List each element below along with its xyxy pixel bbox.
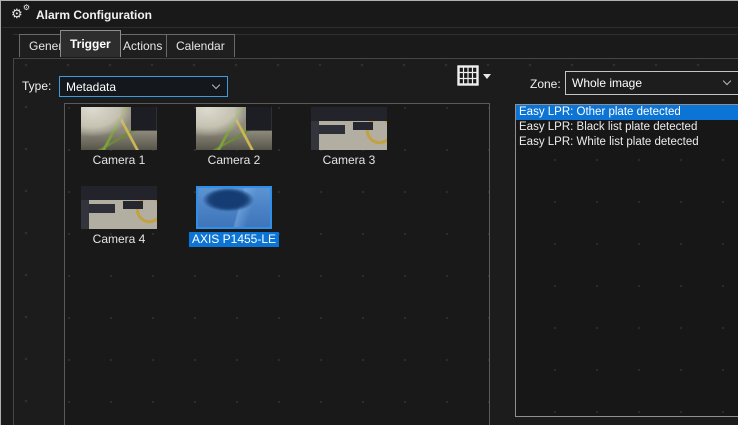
trigger-event-list: Easy LPR: Other plate detected Easy LPR:… [515, 104, 738, 417]
camera-thumbnail [196, 107, 272, 150]
camera-selection-panel: Camera 1 Camera 2 Camera 3 Camera 4 AXIS… [64, 103, 490, 425]
type-label: Type: [22, 79, 51, 93]
chevron-down-icon [723, 77, 731, 85]
zone-label: Zone: [530, 77, 561, 91]
window-title: Alarm Configuration [36, 8, 152, 22]
camera-name: AXIS P1455-LE [189, 232, 279, 247]
camera-thumbnail [81, 107, 157, 150]
chevron-down-icon [212, 80, 220, 88]
tab-actions[interactable]: Actions [113, 34, 172, 57]
tab-calendar[interactable]: Calendar [166, 34, 235, 57]
trigger-event-item[interactable]: Easy LPR: Black list plate detected [516, 120, 738, 135]
camera-name: Camera 3 [320, 153, 379, 168]
camera-thumbnail [196, 186, 272, 229]
title-bar: ⚙ ⚙ Alarm Configuration [2, 2, 738, 28]
caret-down-icon [483, 74, 491, 79]
camera-name: Camera 1 [90, 153, 149, 168]
camera-name: Camera 2 [205, 153, 264, 168]
alarm-configuration-dialog: ⚙ ⚙ Alarm Configuration General Trigger … [0, 0, 738, 425]
grid-view-button[interactable] [457, 63, 497, 87]
zone-dropdown-value: Whole image [572, 76, 642, 90]
camera-item[interactable]: Camera 3 [311, 107, 426, 185]
camera-item[interactable]: Camera 4 [81, 186, 196, 264]
trigger-event-item[interactable]: Easy LPR: White list plate detected [516, 135, 738, 150]
camera-item[interactable]: AXIS P1455-LE [196, 186, 311, 264]
type-dropdown[interactable]: Metadata [59, 76, 228, 97]
zone-dropdown[interactable]: Whole image [565, 71, 738, 95]
gears-icon: ⚙ ⚙ [11, 6, 29, 24]
camera-thumbnail [311, 107, 387, 150]
trigger-event-item[interactable]: Easy LPR: Other plate detected [516, 105, 738, 120]
grid-view-icon [457, 65, 479, 86]
trigger-tab-page: Type: Metadata Zone: Whole image [13, 58, 738, 425]
camera-name: Camera 4 [90, 232, 149, 247]
camera-thumbnail [81, 186, 157, 229]
type-dropdown-value: Metadata [66, 80, 116, 94]
camera-item[interactable]: Camera 2 [196, 107, 311, 185]
tab-trigger[interactable]: Trigger [60, 30, 121, 57]
camera-item[interactable]: Camera 1 [81, 107, 196, 185]
